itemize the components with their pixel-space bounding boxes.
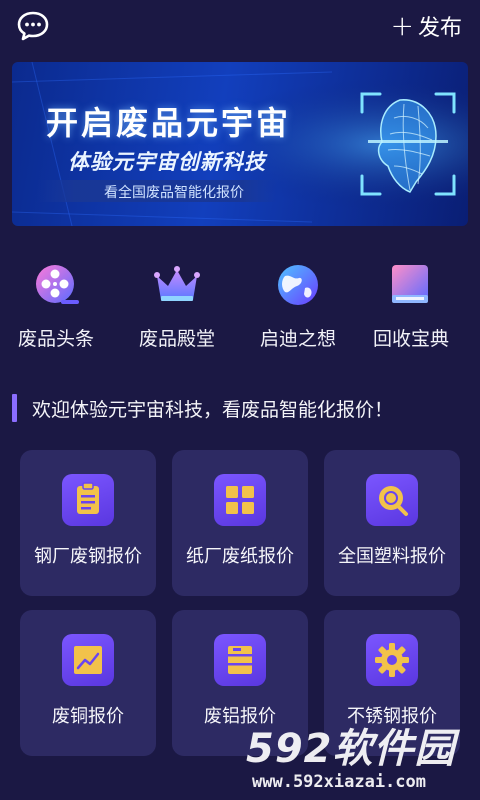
banner-title: 开启废品元宇宙	[46, 104, 292, 142]
watermark-logo: 592软件园	[246, 726, 456, 772]
quick-nav-label: 废品头条	[17, 328, 94, 350]
magnifier-icon	[379, 486, 408, 516]
book-icon	[392, 265, 428, 303]
promo-banner[interactable]: 开启废品元宇宙 体验元宇宙创新科技 看全国废品智能化报价	[12, 62, 468, 226]
top-bar: + 发布	[0, 0, 480, 56]
card-icon-tile	[366, 634, 418, 686]
card-label: 废铜报价	[52, 706, 124, 727]
chart-icon	[74, 646, 102, 674]
quick-nav-label: 回收宝典	[372, 328, 449, 350]
quick-nav-hall[interactable]: 废品殿堂	[122, 258, 232, 354]
price-card-plastic[interactable]: 全国塑料报价	[324, 450, 460, 596]
quick-nav-guide[interactable]: 回收宝典	[356, 258, 466, 354]
quick-nav-label: 启迪之想	[259, 328, 336, 350]
card-icon-tile	[366, 474, 418, 526]
card-icon-tile	[62, 634, 114, 686]
quick-nav-news[interactable]: 废品头条	[1, 258, 111, 354]
watermark-url: www.592xiazai.com	[252, 772, 426, 792]
price-card-copper[interactable]: 废铜报价	[20, 610, 156, 756]
card-label: 纸厂废纸报价	[186, 546, 294, 567]
quick-nav-inspire[interactable]: 启迪之想	[243, 258, 353, 354]
stack-icon	[228, 646, 252, 674]
clipboard-icon	[77, 482, 99, 514]
welcome-notice: 欢迎体验元宇宙科技，看废品智能化报价！	[12, 392, 472, 424]
price-card-paper[interactable]: 纸厂废纸报价	[172, 450, 308, 596]
banner-subtitle: 体验元宇宙创新科技	[68, 150, 266, 174]
film-reel-icon	[36, 265, 79, 304]
card-icon-tile	[214, 474, 266, 526]
publish-label: 发布	[417, 16, 462, 41]
plus-icon: +	[390, 9, 414, 42]
price-card-steel[interactable]: 钢厂废钢报价	[20, 450, 156, 596]
notice-accent-bar	[12, 394, 17, 422]
card-icon-tile	[214, 634, 266, 686]
chat-bubble-icon	[17, 11, 49, 41]
notice-text: 欢迎体验元宇宙科技，看废品智能化报价！	[32, 399, 394, 421]
message-button[interactable]	[16, 10, 50, 42]
site-watermark: 592软件园 www.592xiazai.com	[232, 708, 480, 800]
gear-icon	[375, 643, 409, 677]
card-label: 钢厂废钢报价	[34, 546, 142, 567]
face-scan-icon	[360, 92, 456, 196]
quick-nav-label: 废品殿堂	[138, 328, 215, 350]
quick-nav: 废品头条 废品殿堂 启迪之想 回收宝典	[0, 258, 480, 354]
publish-button[interactable]: + 发布	[390, 9, 462, 42]
banner-tagline: 看全国废品智能化报价	[104, 185, 244, 201]
card-label: 全国塑料报价	[338, 546, 446, 567]
globe-icon	[278, 265, 318, 305]
grid-icon	[226, 486, 254, 514]
card-icon-tile	[62, 474, 114, 526]
crown-icon	[154, 266, 200, 301]
